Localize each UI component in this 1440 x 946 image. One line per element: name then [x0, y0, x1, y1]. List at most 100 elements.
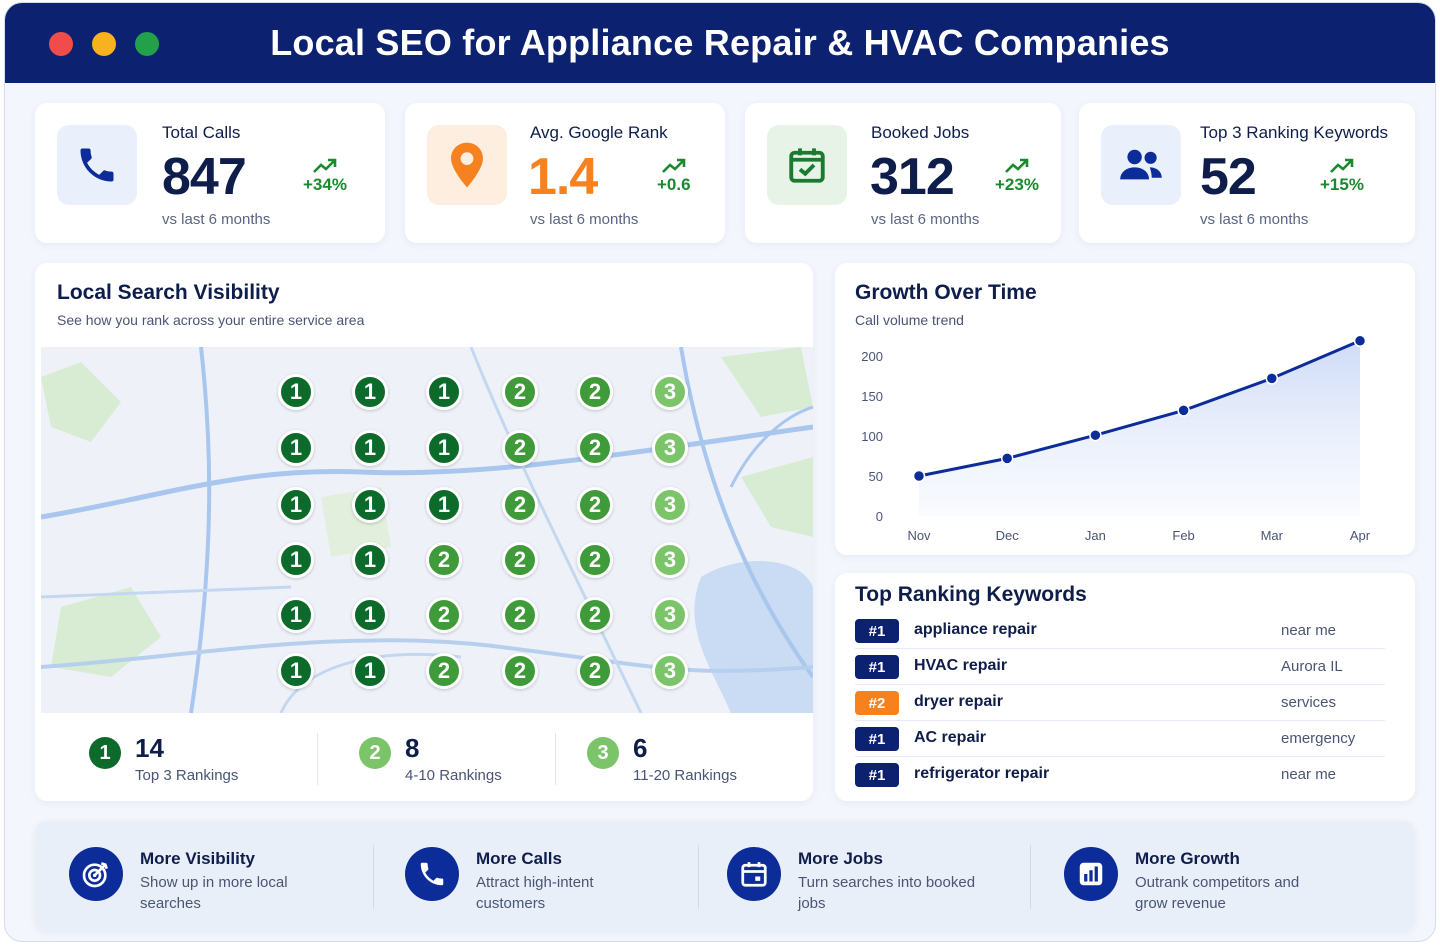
x-tick-label: Jan — [1085, 528, 1106, 543]
rank-marker[interactable]: 1 — [278, 653, 314, 689]
close-window-button[interactable] — [49, 32, 73, 56]
kpi-delta-value: +34% — [303, 175, 347, 194]
rank-marker[interactable]: 1 — [352, 542, 388, 578]
rank-marker[interactable]: 3 — [652, 542, 688, 578]
data-point[interactable] — [1265, 372, 1279, 385]
rank-marker[interactable]: 2 — [577, 653, 613, 689]
keyword-rank-badge: #1 — [855, 763, 899, 787]
keyword-row[interactable]: #1 refrigerator repair near me — [855, 757, 1385, 793]
rank-marker[interactable]: 1 — [352, 430, 388, 466]
keyword-row[interactable]: #1 appliance repair near me — [855, 613, 1385, 649]
rank-marker[interactable]: 1 — [426, 430, 462, 466]
rank-marker[interactable]: 3 — [652, 430, 688, 466]
kpi-card-top-keywords: Top 3 Ranking Keywords 52 vs last 6 mont… — [1079, 103, 1415, 243]
minimize-window-button[interactable] — [92, 32, 116, 56]
rank-marker[interactable]: 2 — [502, 653, 538, 689]
rank-marker[interactable]: 2 — [426, 653, 462, 689]
rank-marker[interactable]: 2 — [426, 597, 462, 633]
rank-badge: 2 — [359, 737, 391, 769]
rank-marker[interactable]: 3 — [652, 597, 688, 633]
x-tick-label: Apr — [1350, 528, 1371, 543]
keywords-card: Top Ranking Keywords #1 appliance repair n… — [835, 573, 1415, 801]
rank-marker[interactable]: 1 — [278, 597, 314, 633]
rank-marker[interactable]: 3 — [652, 374, 688, 410]
visibility-title: Local Search Visibility — [57, 281, 280, 304]
title-bar: Local SEO for Appliance Repair & HVAC Co… — [5, 3, 1435, 83]
keyword-rank-badge: #1 — [855, 655, 899, 679]
kpi-delta: +34% — [303, 157, 347, 195]
benefit-description: Turn searches into booked jobs — [798, 874, 976, 912]
rank-marker[interactable]: 2 — [502, 487, 538, 523]
rank-badge: 3 — [587, 737, 619, 769]
rank-marker[interactable]: 2 — [577, 374, 613, 410]
kpi-delta: +23% — [995, 157, 1039, 195]
rank-marker[interactable]: 2 — [502, 430, 538, 466]
kpi-delta-value: +23% — [995, 175, 1039, 194]
benefit-description: Attract high-intent customers — [476, 874, 594, 912]
rank-marker[interactable]: 3 — [652, 487, 688, 523]
kpi-value: 847 — [162, 148, 247, 206]
keyword-name: dryer repair — [914, 693, 1003, 710]
growth-line-chart: 0 50 100 150 200 Nov Dec Jan Feb Mar Apr — [861, 334, 1371, 543]
window-controls — [49, 32, 159, 56]
kpi-subtext: vs last 6 months — [530, 211, 639, 228]
benefit-title: More Visibility — [140, 849, 255, 868]
rank-marker[interactable]: 2 — [577, 597, 613, 633]
legend-label: 4-10 Rankings — [405, 767, 502, 784]
y-tick-label: 0 — [876, 509, 883, 524]
kpi-subtext: vs last 6 months — [162, 211, 271, 228]
x-tick-label: Mar — [1261, 528, 1284, 543]
keyword-row[interactable]: #1 HVAC repair Aurora IL — [855, 649, 1385, 685]
trend-up-icon — [1005, 158, 1029, 173]
calendar-icon — [727, 847, 781, 901]
rank-marker[interactable]: 2 — [577, 430, 613, 466]
service-area-map[interactable]: 1 1 1 2 2 3 1 1 1 2 2 3 1 1 1 2 2 3 1 1 2 2 2 3 1 1 2 2 2 3 1 1 2 2 2 3 — [41, 347, 813, 713]
data-point[interactable] — [912, 469, 926, 483]
rank-marker[interactable]: 1 — [278, 487, 314, 523]
rank-marker[interactable]: 1 — [352, 653, 388, 689]
legend-count: 14 — [135, 733, 164, 763]
rank-marker[interactable]: 1 — [278, 430, 314, 466]
benefit-description: Show up in more local searches — [140, 874, 288, 912]
kpi-card-total-calls: Total Calls 847 vs last 6 months +34% — [35, 103, 385, 243]
keyword-modifier: near me — [1281, 622, 1337, 639]
app-window: Local SEO for Appliance Repair & HVAC Co… — [4, 2, 1436, 942]
visibility-subtitle: See how you rank across your entire serv… — [57, 312, 365, 328]
x-tick-label: Feb — [1172, 528, 1194, 543]
rank-marker[interactable]: 1 — [426, 487, 462, 523]
rank-marker[interactable]: 1 — [278, 542, 314, 578]
rank-marker[interactable]: 2 — [502, 374, 538, 410]
keyword-modifier: Aurora IL — [1281, 658, 1343, 675]
data-point[interactable] — [1353, 334, 1367, 348]
rank-marker[interactable]: 2 — [426, 542, 462, 578]
kpi-value: 312 — [870, 148, 955, 206]
visibility-card: Local Search Visibility See how you rank… — [35, 263, 813, 801]
rank-marker[interactable]: 3 — [652, 653, 688, 689]
rank-marker[interactable]: 1 — [278, 374, 314, 410]
benefit-title: More Growth — [1135, 849, 1240, 868]
rank-marker[interactable]: 2 — [577, 542, 613, 578]
kpi-subtext: vs last 6 months — [1200, 211, 1309, 228]
rank-marker[interactable]: 1 — [352, 597, 388, 633]
rank-marker[interactable]: 1 — [352, 374, 388, 410]
keyword-row[interactable]: #1 AC repair emergency — [855, 721, 1385, 757]
kpi-title: Avg. Google Rank — [530, 123, 668, 142]
x-tick-label: Dec — [996, 528, 1020, 543]
data-point[interactable] — [1089, 428, 1102, 442]
rank-marker[interactable]: 1 — [426, 374, 462, 410]
growth-card: Growth Over Time Call volume trend 0 50 10… — [835, 263, 1415, 555]
kpi-card-booked-jobs: Booked Jobs 312 vs last 6 months +23% — [745, 103, 1061, 243]
keyword-row[interactable]: #2 dryer repair services — [855, 685, 1385, 721]
kpi-value: 52 — [1200, 148, 1257, 206]
rank-marker[interactable]: 2 — [577, 487, 613, 523]
rank-marker[interactable]: 2 — [502, 542, 538, 578]
kpi-delta-value: +0.6 — [657, 175, 691, 194]
data-point[interactable] — [1177, 404, 1190, 417]
area-fill — [919, 340, 1360, 516]
calendar-check-icon — [767, 125, 847, 205]
rank-marker[interactable]: 1 — [352, 487, 388, 523]
keyword-modifier: near me — [1281, 766, 1337, 783]
rank-marker[interactable]: 2 — [502, 597, 538, 633]
data-point[interactable] — [1000, 452, 1014, 465]
maximize-window-button[interactable] — [135, 32, 159, 56]
